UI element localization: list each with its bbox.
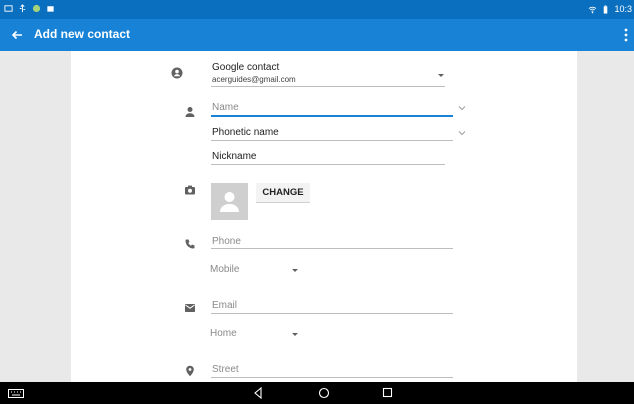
more-options-icon[interactable] bbox=[622, 26, 630, 44]
email-underline bbox=[211, 313, 453, 314]
keyboard-icon[interactable] bbox=[8, 389, 24, 398]
account-underline bbox=[211, 86, 445, 87]
phonetic-name-input[interactable]: Phonetic name bbox=[212, 127, 279, 138]
name-underline bbox=[211, 115, 453, 117]
android-icon bbox=[32, 4, 41, 13]
email-icon bbox=[185, 304, 195, 312]
app-bar: Add new contact bbox=[0, 19, 634, 51]
account-type-label[interactable]: Google contact bbox=[212, 62, 279, 73]
avatar-person-icon bbox=[220, 192, 239, 212]
back-arrow-icon[interactable] bbox=[9, 27, 25, 43]
nickname-input[interactable]: Nickname bbox=[212, 151, 256, 162]
status-bar: 10:3 bbox=[0, 0, 634, 19]
phone-type-select[interactable]: Mobile bbox=[210, 264, 239, 275]
store-icon bbox=[47, 6, 54, 12]
account-dropdown-caret-icon[interactable] bbox=[438, 74, 444, 77]
nickname-underline bbox=[211, 164, 445, 165]
camera-icon bbox=[185, 185, 195, 195]
status-time: 10:3 bbox=[614, 4, 632, 14]
account-circle-icon bbox=[171, 67, 183, 79]
location-pin-icon bbox=[186, 365, 194, 377]
email-type-caret-icon[interactable] bbox=[292, 333, 298, 336]
battery-icon bbox=[604, 4, 608, 14]
street-underline bbox=[211, 377, 453, 378]
name-expand-chevron-icon[interactable] bbox=[458, 105, 466, 111]
phone-input[interactable]: Phone bbox=[212, 236, 241, 247]
street-input[interactable]: Street bbox=[212, 364, 239, 375]
system-navigation-bar bbox=[0, 382, 634, 404]
account-email[interactable]: acerguides@gmail.com bbox=[212, 75, 296, 84]
screenshot-icon bbox=[4, 5, 13, 12]
nav-recents-icon[interactable] bbox=[382, 387, 393, 398]
phonetic-expand-chevron-icon[interactable] bbox=[458, 130, 466, 136]
email-input[interactable]: Email bbox=[212, 300, 237, 311]
wifi-icon bbox=[589, 6, 597, 13]
phone-underline bbox=[211, 248, 453, 249]
name-input[interactable]: Name bbox=[212, 102, 239, 113]
phonetic-name-underline bbox=[211, 140, 453, 141]
email-type-select[interactable]: Home bbox=[210, 328, 237, 339]
phone-icon bbox=[185, 239, 195, 249]
nav-home-icon[interactable] bbox=[318, 387, 330, 399]
person-icon bbox=[185, 107, 195, 117]
nav-back-icon[interactable] bbox=[253, 387, 263, 399]
change-photo-button[interactable]: CHANGE bbox=[256, 183, 310, 203]
page-title: Add new contact bbox=[34, 27, 131, 41]
usb-icon bbox=[19, 4, 26, 13]
contact-form-card bbox=[71, 51, 577, 382]
content-area bbox=[0, 51, 634, 382]
phone-type-caret-icon[interactable] bbox=[292, 269, 298, 272]
contact-photo-placeholder[interactable] bbox=[211, 183, 248, 220]
